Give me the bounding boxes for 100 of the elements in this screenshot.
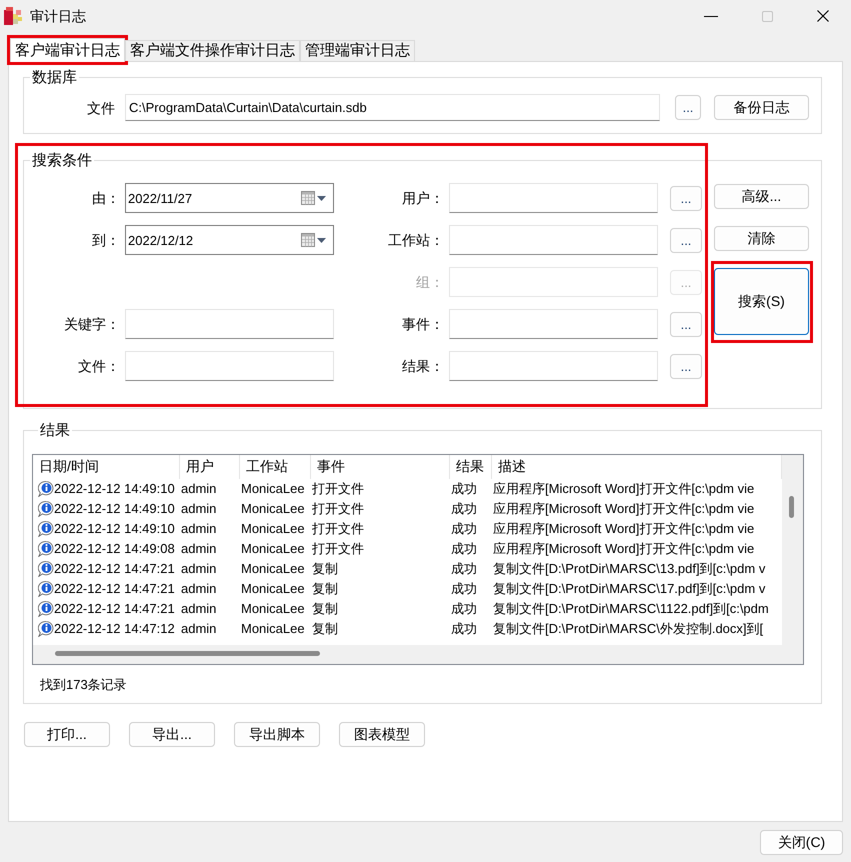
tab[interactable]: 管理端审计日志 <box>300 40 415 61</box>
browse-button[interactable]: ... <box>670 354 702 378</box>
table-cell-text: MonicaLee <box>240 480 306 498</box>
record-count: 找到173条记录 <box>39 676 128 693</box>
table-cell-text: 成功 <box>450 560 478 578</box>
field-label: 组： <box>415 273 444 291</box>
group-title: 数据库 <box>31 69 78 86</box>
info-icon <box>38 621 54 637</box>
table-cell-text: MonicaLee <box>240 580 306 598</box>
table-cell: 2022-12-12 14:49:10 <box>33 519 180 539</box>
table-cell: 2022-12-12 14:49:08 <box>33 539 180 559</box>
group-title: 搜索条件 <box>31 152 93 169</box>
table-cell-text: admin <box>180 500 218 518</box>
column-header[interactable]: 用户 <box>180 455 240 479</box>
field-label: 事件： <box>401 315 444 333</box>
table-cell-text: 成功 <box>450 500 478 518</box>
info-icon <box>38 561 54 577</box>
table-cell-text: MonicaLee <box>240 560 306 578</box>
text-field[interactable] <box>449 225 658 255</box>
file-path-field[interactable]: C:\ProgramData\Curtain\Data\curtain.sdb <box>125 94 660 121</box>
table-cell-text: 复制 <box>311 620 339 638</box>
field-label: 用户： <box>401 189 444 207</box>
vertical-scrollbar[interactable] <box>782 455 803 645</box>
scrollbar-thumb[interactable] <box>789 496 794 518</box>
browse-button[interactable]: ... <box>670 228 702 252</box>
table-cell-text: 成功 <box>450 480 478 498</box>
table-cell-text: admin <box>180 480 218 498</box>
table-cell: 2022-12-12 14:47:21 <box>33 579 180 599</box>
field-label: 工作站： <box>387 231 444 249</box>
calendar-icon <box>301 191 315 205</box>
field-label: 由： <box>91 189 120 207</box>
column-header[interactable]: 日期/时间 <box>33 455 180 479</box>
table-cell: 2022-12-12 14:47:21 <box>33 559 180 579</box>
text-field[interactable] <box>125 351 334 381</box>
table-cell: 2022-12-12 14:47:12 <box>33 619 180 639</box>
info-icon <box>38 601 54 617</box>
info-icon <box>38 501 54 517</box>
table-cell-text: admin <box>180 580 218 598</box>
table-cell-text: 复制文件[D:\ProtDir\MARSC\1122.pdf]到[c:\pdm <box>492 600 770 618</box>
table-cell: 2022-12-12 14:49:10 <box>33 499 180 519</box>
table-cell-text: 打开文件 <box>311 500 365 518</box>
info-icon <box>38 481 54 497</box>
group-title: 结果 <box>39 422 71 439</box>
table-cell-text: MonicaLee <box>240 540 306 558</box>
table-cell-text: 成功 <box>450 620 478 638</box>
table-cell-text: admin <box>180 620 218 638</box>
table-cell-text: 复制文件[D:\ProtDir\MARSC\13.pdf]到[c:\pdm v <box>492 560 766 578</box>
print-button[interactable]: 打印... <box>24 722 110 747</box>
column-header[interactable]: 工作站 <box>240 455 311 479</box>
table-cell-text: 打开文件 <box>311 520 365 538</box>
table-cell-text: MonicaLee <box>240 600 306 618</box>
text-field[interactable] <box>449 183 658 213</box>
table-cell-text: 应用程序[Microsoft Word]打开文件[c:\pdm vie <box>492 540 756 558</box>
table-cell-text: 打开文件 <box>311 480 365 498</box>
table-cell-text: 复制文件[D:\ProtDir\MARSC\17.pdf]到[c:\pdm v <box>492 580 766 598</box>
table-cell-text: 应用程序[Microsoft Word]打开文件[c:\pdm vie <box>492 520 756 538</box>
app-icon <box>4 7 22 25</box>
table-cell-text: 复制 <box>311 600 339 618</box>
table-cell-text: 复制 <box>311 560 339 578</box>
search-button[interactable]: 搜索(S) <box>714 268 809 335</box>
tab[interactable]: 客户端审计日志 <box>10 38 125 62</box>
export-button[interactable]: 导出... <box>129 722 215 747</box>
text-field[interactable] <box>449 309 658 339</box>
window-title: 审计日志 <box>30 7 86 25</box>
field-label: 文件 <box>86 98 115 116</box>
caret-icon <box>317 238 326 242</box>
tab[interactable]: 客户端文件操作审计日志 <box>125 40 300 61</box>
browse-button[interactable]: ... <box>675 95 701 120</box>
table-cell-text: MonicaLee <box>240 620 306 638</box>
table-cell-text: 复制 <box>311 580 339 598</box>
browse-button[interactable]: ... <box>670 186 702 210</box>
date-field[interactable]: 2022/11/27 <box>125 183 334 213</box>
backup-log-button[interactable]: 备份日志 <box>714 95 809 120</box>
table-cell-text: 复制文件[D:\ProtDir\MARSC\外发控制.docx]到[ <box>492 620 764 638</box>
table-cell: 2022-12-12 14:47:21 <box>33 599 180 619</box>
table-cell-text: 成功 <box>450 520 478 538</box>
scrollbar-thumb[interactable] <box>55 651 320 656</box>
text-field[interactable] <box>125 309 334 339</box>
info-icon <box>38 541 54 557</box>
field-label: 到： <box>91 231 120 249</box>
table-cell-text: 打开文件 <box>311 540 365 558</box>
field-label: 关键字： <box>63 315 120 333</box>
horizontal-scrollbar[interactable] <box>33 645 782 664</box>
column-header[interactable]: 事件 <box>311 455 450 479</box>
export-script-button[interactable]: 导出脚本 <box>234 722 320 747</box>
close-icon[interactable] <box>817 10 829 22</box>
table-cell-text: admin <box>180 540 218 558</box>
chart-model-button[interactable]: 图表模型 <box>339 722 425 747</box>
advanced-button[interactable]: 高级... <box>714 184 809 209</box>
table-cell-text: 成功 <box>450 540 478 558</box>
table-cell-text: MonicaLee <box>240 500 306 518</box>
clear-button[interactable]: 清除 <box>714 226 809 251</box>
column-header[interactable]: 结果 <box>450 455 492 479</box>
date-field[interactable]: 2022/12/12 <box>125 225 334 255</box>
browse-button[interactable]: ... <box>670 312 702 336</box>
text-field[interactable] <box>449 351 658 381</box>
field-label: 文件： <box>77 357 120 375</box>
table-cell-text: 成功 <box>450 580 478 598</box>
calendar-icon <box>301 233 315 247</box>
close-dialog-button[interactable]: 关闭(C) <box>760 830 843 855</box>
